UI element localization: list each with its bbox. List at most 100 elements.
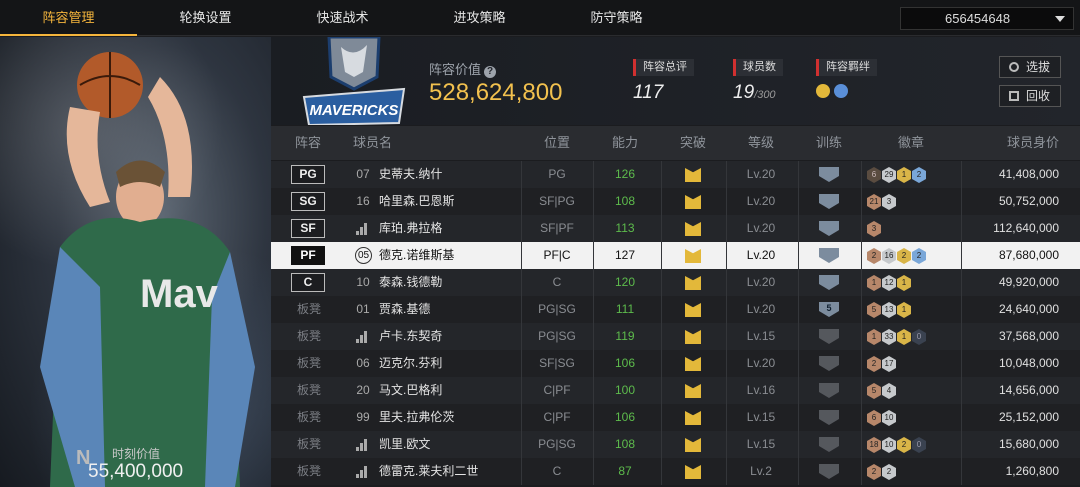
badge-list[interactable]: 5 13 1 [867,301,912,318]
tab-rotation[interactable]: 轮换设置 [137,0,274,36]
training-icon[interactable] [819,383,839,398]
badge-list[interactable]: 54 [867,382,897,399]
crown-icon[interactable] [685,438,701,452]
recycle-button[interactable]: 回收 [999,85,1061,107]
badge-list[interactable]: 18 10 2 0 [867,436,927,453]
crown-icon[interactable] [685,357,701,371]
player-level: Lv.20 [746,356,776,370]
table-row[interactable]: C 10 泰森.钱德勒 C 120 Lv.20 1 12 1 49,920,000 [271,269,1080,296]
crown-icon[interactable] [685,195,701,209]
col-level[interactable]: 等级 [726,126,796,160]
player-value: 41,408,000 [998,167,1059,181]
badge-list[interactable]: 1 33 1 0 [867,328,927,345]
training-icon[interactable] [819,167,839,182]
bond-icons[interactable] [816,82,877,104]
player-name[interactable]: 卢卡.东契奇 [379,323,442,350]
player-value: 24,640,000 [998,302,1059,316]
training-icon[interactable] [819,356,839,371]
player-position: PG [548,167,566,181]
player-name[interactable]: 凯里.欧文 [379,431,430,458]
tab-lineup[interactable]: 阵容管理 [0,0,137,36]
col-name[interactable]: 球员名 [353,126,413,160]
player-value: 1,260,800 [1005,464,1059,478]
training-icon[interactable] [819,464,839,479]
crown-icon[interactable] [685,303,701,317]
table-row[interactable]: 板凳 20 马文.巴格利 C|PF 100 Lv.16 5 4 14,656,000 [271,377,1080,404]
player-position: C [552,464,562,478]
crown-icon[interactable] [685,384,701,398]
table-row[interactable]: PG 07 史蒂夫.纳什 PG 126 Lv.20 6 29 1 2 41,408,000 [271,161,1080,188]
crown-icon[interactable] [685,411,701,425]
tab-quick-tactics[interactable]: 快速战术 [274,0,411,36]
table-row[interactable]: 板凳 德雷克.莱夫利二世 C 87 Lv.2 2 2 1,260,800 [271,458,1080,485]
column-divider [798,404,799,431]
player-name[interactable]: 哈里森.巴恩斯 [379,188,454,215]
player-name[interactable]: 迈克尔.芬利 [379,350,442,377]
badge-icon: 3 [882,194,896,210]
tab-defense[interactable]: 防守策略 [548,0,685,36]
badge-list[interactable]: 21 3 [867,193,897,210]
player-name[interactable]: 史蒂夫.纳什 [379,161,442,188]
table-row[interactable]: PF 05 德克.诺维斯基 PF|C 127 Lv.20 2 16 2 2 87,680,000 [271,242,1080,269]
player-position: SF|PF [540,221,574,235]
help-icon[interactable]: ? [484,66,497,78]
column-divider [726,377,727,404]
col-position[interactable]: 位置 [521,126,593,160]
mavericks-logo-icon: MAVERICKS [302,37,406,125]
crown-icon[interactable] [685,465,701,479]
player-value: 10,048,000 [998,356,1059,370]
player-name[interactable]: 贾森.基德 [379,296,430,323]
crown-icon[interactable] [685,222,701,236]
player-name[interactable]: 里夫.拉弗伦茨 [379,404,454,431]
badge-list[interactable]: 6 10 [867,409,897,426]
player-name[interactable]: 库珀.弗拉格 [379,215,442,242]
tab-offense[interactable]: 进攻策略 [411,0,548,36]
col-breakthrough[interactable]: 突破 [661,126,725,160]
training-icon[interactable] [819,194,839,209]
badge-list[interactable]: 3 [867,220,882,237]
select-button[interactable]: 选拔 [999,56,1061,78]
table-row[interactable]: 板凳 01 贾森.基德 PG|SG 111 Lv.20 5 5 13 1 24,640,000 [271,296,1080,323]
badge-list[interactable]: 2 17 [867,355,897,372]
crown-icon[interactable] [685,330,701,344]
table-row[interactable]: 板凳 06 迈克尔.芬利 SF|SG 106 Lv.20 2 17 10,048,000 [271,350,1080,377]
training-icon[interactable] [819,329,839,344]
account-id: 656454648 [945,11,1011,26]
player-name[interactable]: 泰森.钱德勒 [379,269,442,296]
account-dropdown[interactable]: 656454648 [900,7,1074,30]
training-icon[interactable] [819,248,839,263]
table-row[interactable]: SG 16 哈里森.巴恩斯 SF|PG 108 Lv.20 21 3 50,752,000 [271,188,1080,215]
player-position: PG|SG [538,437,576,451]
training-icon[interactable] [819,221,839,236]
table-row[interactable]: 板凳 凯里.欧文 PG|SG 108 Lv.15 18 10 2 0 15,680,000 [271,431,1080,458]
col-badges[interactable]: 徽章 [861,126,961,160]
badge-icon: 17 [882,356,896,372]
training-icon[interactable]: 5 [819,302,839,317]
column-divider [726,296,727,323]
col-training[interactable]: 训练 [798,126,860,160]
player-name[interactable]: 德克.诺维斯基 [379,242,454,269]
crown-icon[interactable] [685,249,701,263]
badge-list[interactable]: 1 12 1 [867,274,912,291]
badge-list[interactable]: 22 [867,463,897,480]
col-value[interactable]: 球员身价 [961,126,1059,160]
table-row[interactable]: 板凳 卢卡.东契奇 PG|SG 119 Lv.15 1 33 1 0 37,568,000 [271,323,1080,350]
column-divider [961,377,962,404]
badge-list[interactable]: 6 29 1 2 [867,166,927,183]
crown-icon[interactable] [685,276,701,290]
col-slot[interactable]: 阵容 [271,126,345,160]
player-name[interactable]: 马文.巴格利 [379,377,442,404]
svg-text:MAVERICKS: MAVERICKS [310,102,399,119]
recycle-icon [1009,91,1019,101]
col-ability[interactable]: 能力 [593,126,657,160]
training-icon[interactable] [819,410,839,425]
badge-icon: 1 [897,329,911,345]
crown-icon[interactable] [685,168,701,182]
table-row[interactable]: SF 库珀.弗拉格 SF|PF 113 Lv.20 3 112,640,000 [271,215,1080,242]
training-icon[interactable] [819,437,839,452]
table-row[interactable]: 板凳 99 里夫.拉弗伦茨 C|PF 106 Lv.15 6 10 25,152,000 [271,404,1080,431]
column-divider [593,296,594,323]
training-icon[interactable] [819,275,839,290]
player-name[interactable]: 德雷克.莱夫利二世 [379,458,478,485]
badge-list[interactable]: 2 16 2 2 [867,247,927,264]
